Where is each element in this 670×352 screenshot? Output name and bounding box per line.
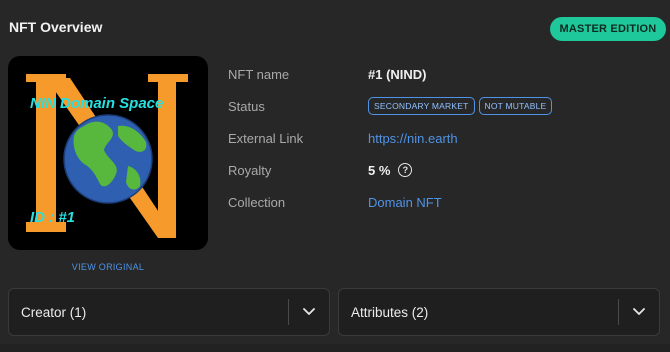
attributes-expand-button[interactable]	[619, 289, 659, 335]
status-tags: SECONDARY MARKET NOT MUTABLE	[368, 97, 553, 115]
attributes-panel[interactable]: Attributes (2)	[338, 288, 660, 336]
nft-image[interactable]: NIN Domain Space ID : #1	[8, 56, 208, 250]
nft-details: NFT name #1 (NIND) Status SECONDARY MARK…	[228, 58, 658, 218]
collection-row: Collection Domain NFT	[228, 186, 658, 218]
chevron-down-icon	[633, 308, 645, 315]
royalty-value: 5 %	[368, 162, 391, 178]
creator-panel[interactable]: Creator (1)	[8, 288, 330, 336]
view-original-link[interactable]: VIEW ORIGINAL	[8, 262, 208, 272]
status-label: Status	[228, 98, 265, 114]
external-link-row: External Link https://nin.earth	[228, 122, 658, 154]
secondary-market-tag: SECONDARY MARKET	[368, 97, 475, 115]
overlay-id: ID : #1	[30, 209, 75, 226]
overlay-title: NIN Domain Space	[30, 95, 163, 112]
status-row: Status SECONDARY MARKET NOT MUTABLE	[228, 90, 658, 122]
nft-name-label: NFT name	[228, 66, 290, 82]
attributes-panel-label: Attributes (2)	[351, 304, 429, 320]
chevron-down-icon	[303, 308, 315, 315]
master-edition-badge: MASTER EDITION	[550, 17, 666, 41]
royalty-value-wrap: 5 % ?	[368, 162, 413, 178]
collection-value[interactable]: Domain NFT	[368, 195, 442, 210]
collection-label: Collection	[228, 194, 286, 210]
external-link-label: External Link	[228, 130, 304, 146]
creator-panel-label: Creator (1)	[21, 304, 87, 320]
help-icon[interactable]: ?	[398, 163, 413, 177]
page-title: NFT Overview	[9, 19, 103, 35]
nft-name-row: NFT name #1 (NIND)	[228, 58, 658, 90]
not-mutable-tag: NOT MUTABLE	[478, 97, 553, 115]
nft-artwork: NIN Domain Space ID : #1	[26, 74, 188, 238]
external-link-value[interactable]: https://nin.earth	[368, 131, 458, 146]
nft-name-value: #1 (NIND)	[368, 66, 427, 82]
globe-graphic	[63, 114, 153, 204]
creator-expand-button[interactable]	[289, 289, 329, 335]
royalty-row: Royalty 5 % ?	[228, 154, 658, 186]
royalty-label: Royalty	[228, 162, 272, 178]
bottom-strip	[0, 344, 670, 352]
